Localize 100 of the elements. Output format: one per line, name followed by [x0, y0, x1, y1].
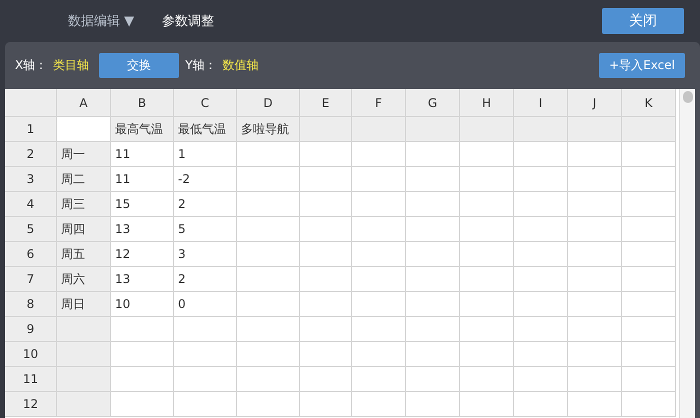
scrollbar[interactable]	[679, 89, 695, 418]
table-cell[interactable]	[237, 267, 300, 292]
scroll-thumb[interactable]	[682, 91, 692, 103]
table-cell[interactable]	[568, 242, 622, 267]
table-cell[interactable]	[406, 192, 460, 217]
table-cell[interactable]	[460, 342, 514, 367]
table-cell[interactable]: -2	[174, 167, 237, 192]
table-cell[interactable]: 2	[174, 267, 237, 292]
table-cell[interactable]	[237, 392, 300, 417]
table-cell[interactable]	[174, 317, 237, 342]
table-cell[interactable]	[406, 242, 460, 267]
table-cell[interactable]	[622, 342, 676, 367]
table-cell[interactable]	[568, 392, 622, 417]
table-cell[interactable]	[300, 317, 352, 342]
table-cell[interactable]: 周三	[57, 192, 111, 217]
table-cell[interactable]	[352, 342, 406, 367]
table-cell[interactable]: 最低气温	[174, 117, 237, 142]
row-header[interactable]: 7	[5, 267, 57, 292]
column-header[interactable]: B	[111, 89, 174, 117]
table-cell[interactable]	[300, 192, 352, 217]
table-cell[interactable]	[300, 217, 352, 242]
table-cell[interactable]: 周五	[57, 242, 111, 267]
row-header[interactable]: 5	[5, 217, 57, 242]
table-cell[interactable]	[300, 242, 352, 267]
table-cell[interactable]	[406, 142, 460, 167]
table-cell[interactable]	[622, 392, 676, 417]
table-cell[interactable]	[622, 192, 676, 217]
table-cell[interactable]: 11	[111, 167, 174, 192]
table-cell[interactable]	[622, 242, 676, 267]
table-cell[interactable]	[460, 192, 514, 217]
table-cell[interactable]	[352, 267, 406, 292]
row-header[interactable]: 10	[5, 342, 57, 367]
table-cell[interactable]	[460, 217, 514, 242]
table-cell[interactable]: 周二	[57, 167, 111, 192]
table-cell[interactable]	[237, 217, 300, 242]
row-header[interactable]: 4	[5, 192, 57, 217]
table-cell[interactable]	[57, 317, 111, 342]
table-cell[interactable]	[352, 192, 406, 217]
table-cell[interactable]	[57, 117, 111, 142]
table-cell[interactable]	[300, 342, 352, 367]
column-header[interactable]: I	[514, 89, 568, 117]
table-cell[interactable]	[111, 317, 174, 342]
table-cell[interactable]	[237, 192, 300, 217]
table-cell[interactable]: 最高气温	[111, 117, 174, 142]
table-cell[interactable]	[111, 367, 174, 392]
table-cell[interactable]: 0	[174, 292, 237, 317]
column-header[interactable]: F	[352, 89, 406, 117]
row-header[interactable]: 11	[5, 367, 57, 392]
table-cell[interactable]	[111, 392, 174, 417]
table-cell[interactable]	[514, 392, 568, 417]
column-header[interactable]: H	[460, 89, 514, 117]
table-cell[interactable]	[514, 317, 568, 342]
table-cell[interactable]	[352, 367, 406, 392]
table-cell[interactable]	[622, 117, 676, 142]
table-cell[interactable]	[514, 292, 568, 317]
table-cell[interactable]	[622, 317, 676, 342]
menu-item[interactable]: 参数调整	[162, 12, 214, 30]
table-cell[interactable]	[57, 392, 111, 417]
table-cell[interactable]	[568, 217, 622, 242]
table-cell[interactable]	[300, 117, 352, 142]
table-cell[interactable]	[514, 267, 568, 292]
table-cell[interactable]	[622, 267, 676, 292]
table-cell[interactable]	[352, 392, 406, 417]
table-cell[interactable]	[300, 167, 352, 192]
table-cell[interactable]	[352, 317, 406, 342]
column-header[interactable]: G	[406, 89, 460, 117]
row-header[interactable]: 1	[5, 117, 57, 142]
row-header[interactable]: 6	[5, 242, 57, 267]
table-cell[interactable]	[57, 367, 111, 392]
menu-item[interactable]: 数据编辑 ▼	[68, 12, 134, 30]
table-cell[interactable]	[514, 367, 568, 392]
table-cell[interactable]	[568, 167, 622, 192]
table-cell[interactable]	[237, 292, 300, 317]
table-cell[interactable]	[460, 292, 514, 317]
table-cell[interactable]	[568, 317, 622, 342]
table-cell[interactable]	[514, 117, 568, 142]
table-cell[interactable]	[352, 167, 406, 192]
row-header[interactable]: 3	[5, 167, 57, 192]
table-cell[interactable]: 周一	[57, 142, 111, 167]
table-cell[interactable]	[460, 242, 514, 267]
table-cell[interactable]: 3	[174, 242, 237, 267]
table-cell[interactable]: 周四	[57, 217, 111, 242]
table-cell[interactable]: 12	[111, 242, 174, 267]
table-cell[interactable]: 5	[174, 217, 237, 242]
table-cell[interactable]	[406, 392, 460, 417]
table-cell[interactable]	[514, 167, 568, 192]
column-header[interactable]: K	[622, 89, 676, 117]
column-header[interactable]: C	[174, 89, 237, 117]
table-cell[interactable]	[300, 267, 352, 292]
table-cell[interactable]	[568, 142, 622, 167]
column-header[interactable]: E	[300, 89, 352, 117]
table-cell[interactable]	[237, 342, 300, 367]
table-cell[interactable]	[514, 242, 568, 267]
table-cell[interactable]: 13	[111, 217, 174, 242]
row-header[interactable]: 2	[5, 142, 57, 167]
table-cell[interactable]	[514, 192, 568, 217]
table-cell[interactable]	[406, 217, 460, 242]
table-cell[interactable]	[174, 367, 237, 392]
table-cell[interactable]	[622, 142, 676, 167]
table-cell[interactable]	[352, 142, 406, 167]
